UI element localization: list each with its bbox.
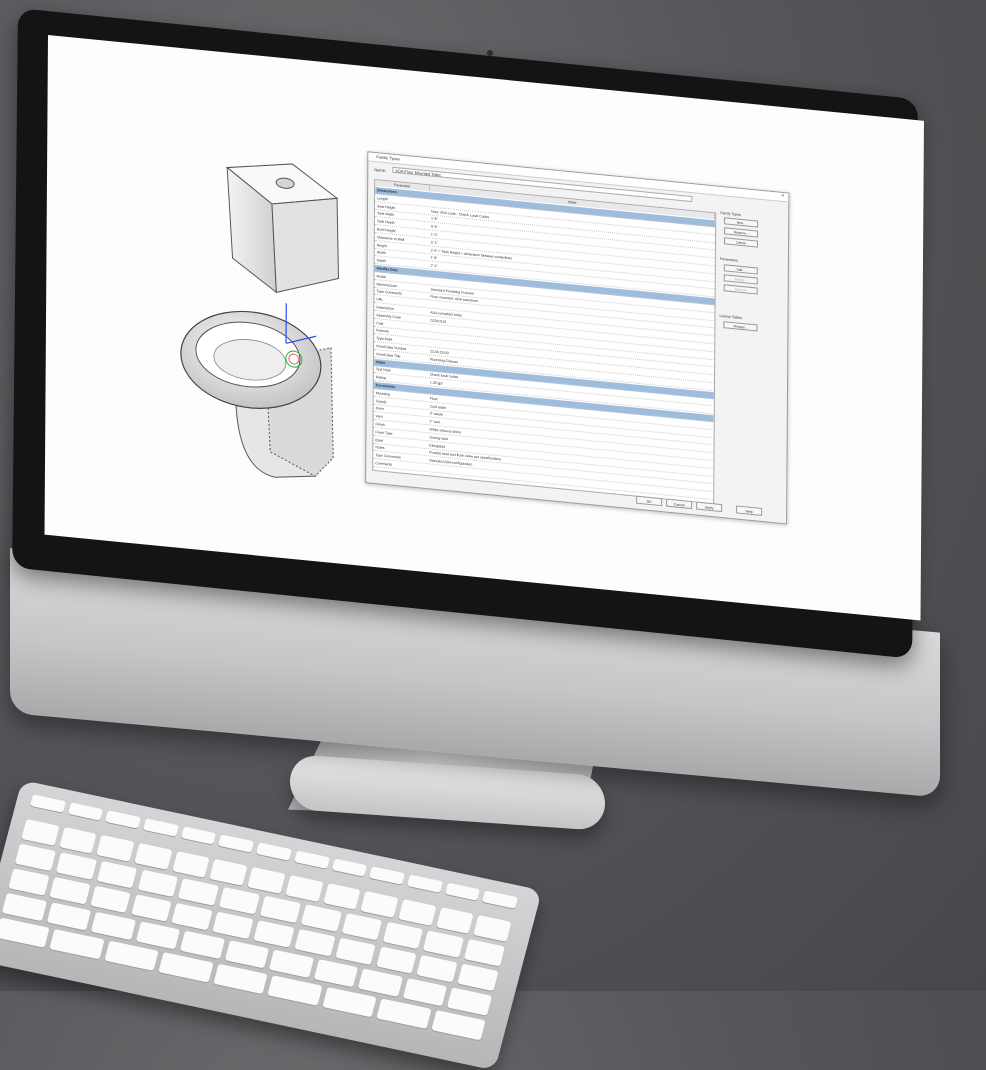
keyboard-key [49, 877, 90, 905]
keyboard-key [322, 987, 377, 1017]
keyboard-key [218, 834, 254, 852]
keyboard-key [143, 818, 179, 836]
keyboard-key [105, 810, 141, 828]
rename-type-button[interactable]: Rename... [724, 227, 758, 237]
keyboard-key [403, 978, 448, 1006]
keyboard-key [178, 878, 219, 906]
keyboard-key [376, 946, 417, 974]
camera-icon [487, 50, 493, 56]
keyboard [0, 780, 542, 1070]
monitor-screen: Family Types × Name: ADA Floor Mounted T… [45, 35, 924, 621]
keyboard-key [301, 904, 342, 932]
family-types-dialog: Family Types × Name: ADA Floor Mounted T… [365, 151, 789, 524]
keyboard-key [417, 955, 458, 983]
keyboard-key [8, 868, 49, 896]
keyboard-key [474, 915, 512, 942]
keyboard-key [407, 874, 443, 892]
keyboard-key [464, 939, 505, 967]
keyboard-key [59, 827, 97, 854]
keyboard-key [431, 1010, 486, 1040]
keyboard-key [314, 959, 359, 987]
keyboard-key [260, 896, 301, 924]
keyboard-key [269, 950, 314, 978]
keyboard-key [332, 858, 368, 876]
keyboard-key [436, 907, 474, 934]
keyboard-key [398, 899, 436, 926]
keyboard-key [104, 941, 159, 971]
keyboard-key [68, 802, 104, 820]
keyboard-key [30, 794, 66, 812]
keyboard-key [159, 952, 214, 982]
apply-button[interactable]: Apply [696, 502, 722, 513]
keyboard-key [256, 842, 292, 860]
parameters-table: Parameter Value DimensionsLengthSeat Hei… [372, 179, 716, 504]
lookup-tables-group-label: Lookup Tables [719, 314, 742, 320]
cancel-button[interactable]: Cancel [666, 499, 692, 510]
keyboard-key [376, 998, 431, 1028]
family-types-group-label: Family Types [720, 211, 741, 217]
modify-parameter-button[interactable]: Modify... [724, 274, 758, 284]
manage-lookup-button[interactable]: Manage... [723, 321, 757, 331]
toilet-3d-model[interactable] [165, 142, 397, 504]
delete-type-button[interactable]: Delete [724, 237, 758, 247]
help-button[interactable]: Help [736, 505, 762, 516]
keyboard-key [181, 826, 217, 844]
remove-parameter-button[interactable]: Remove [724, 284, 758, 294]
dialog-title: Family Types [376, 154, 400, 161]
keyboard-key [423, 930, 464, 958]
keyboard-key [294, 929, 335, 957]
close-icon[interactable]: × [781, 193, 784, 199]
keyboard-key [358, 969, 403, 997]
keyboard-key [137, 870, 178, 898]
keyboard-key [21, 819, 59, 846]
keyboard-key [172, 851, 210, 878]
keyboard-key [253, 920, 294, 948]
keyboard-key [382, 922, 423, 950]
keyboard-key [50, 929, 105, 959]
keyboard-key [90, 886, 131, 914]
parameters-group-label: Parameters [720, 257, 738, 263]
keyboard-key [447, 988, 492, 1016]
keyboard-key [247, 867, 285, 894]
keyboard-key [219, 887, 260, 915]
add-parameter-button[interactable]: Add... [724, 264, 758, 274]
type-name-label: Name: [374, 167, 386, 173]
keyboard-key [482, 890, 518, 908]
keyboard-key [46, 902, 91, 930]
keyboard-key [341, 913, 382, 941]
keyboard-key [225, 940, 270, 968]
keyboard-key [361, 891, 399, 918]
keyboard-key [56, 852, 97, 880]
keyboard-key [335, 938, 376, 966]
keyboard-key [134, 843, 172, 870]
dialog-side-panel: Family Types New... Rename... Delete Par… [719, 211, 782, 417]
keyboard-key [285, 875, 323, 902]
keyboard-key [97, 835, 135, 862]
keyboard-key [2, 893, 47, 921]
keyboard-key [172, 903, 213, 931]
keyboard-key [212, 912, 253, 940]
keyboard-key [91, 912, 136, 940]
keyboard-key [131, 894, 172, 922]
keyboard-key [445, 882, 481, 900]
keyboard-key [369, 866, 405, 884]
keyboard-key [135, 921, 180, 949]
keyboard-key [180, 931, 225, 959]
new-type-button[interactable]: New... [724, 217, 758, 227]
keyboard-key [0, 917, 50, 947]
keyboard-key [323, 883, 361, 910]
keyboard-key [294, 850, 330, 868]
keyboard-key [457, 964, 498, 992]
ok-button[interactable]: OK [636, 496, 662, 507]
keyboard-key [96, 861, 137, 889]
keyboard-key [213, 964, 268, 994]
keyboard-key [210, 859, 248, 886]
keyboard-keys [0, 794, 523, 1050]
keyboard-key [15, 844, 56, 872]
